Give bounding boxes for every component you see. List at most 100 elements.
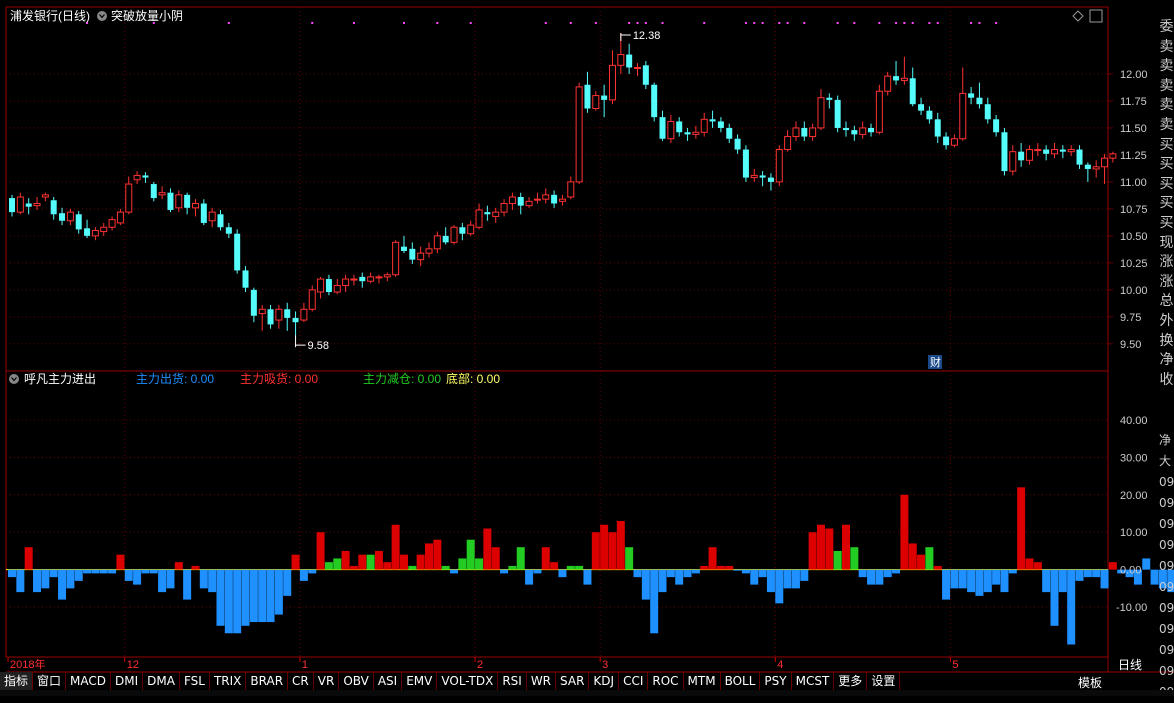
- tab-fsl[interactable]: FSL: [180, 672, 210, 690]
- candle: [1001, 127, 1008, 176]
- sub-bar: [958, 569, 967, 589]
- candle: [1092, 160, 1100, 178]
- tab-dma[interactable]: DMA: [143, 672, 180, 690]
- tab-wr[interactable]: WR: [527, 672, 557, 690]
- sub-bar: [183, 569, 192, 600]
- candle: [525, 197, 533, 208]
- signal-dot: [911, 22, 914, 24]
- candle: [442, 227, 449, 245]
- tab-brar[interactable]: BRAR: [246, 672, 289, 690]
- tab-roc[interactable]: ROC: [648, 672, 684, 690]
- tab-mtm[interactable]: MTM: [684, 672, 721, 690]
- sub-bar: [41, 569, 50, 589]
- tab-sar[interactable]: SAR: [556, 672, 590, 690]
- tab--[interactable]: 更多: [834, 672, 868, 690]
- candle: [742, 145, 749, 182]
- tab--[interactable]: 设置: [867, 672, 901, 690]
- tab-kdj[interactable]: KDJ: [589, 672, 620, 690]
- candle: [734, 134, 741, 154]
- candle: [551, 190, 558, 208]
- sub-bar: [199, 569, 208, 589]
- tab-cr[interactable]: CR: [288, 672, 314, 690]
- stock-title: 浦发银行(日线): [10, 8, 90, 23]
- side-panel-label: 09: [1159, 664, 1174, 678]
- candle: [834, 95, 841, 133]
- sub-bar: [683, 569, 692, 578]
- sub-bar: [324, 562, 333, 570]
- tab-vol-tdx[interactable]: VOL-TDX: [437, 672, 499, 690]
- candle: [626, 43, 633, 74]
- tab--[interactable]: 指标: [0, 672, 34, 690]
- candle: [9, 194, 15, 217]
- candle: [84, 219, 91, 239]
- sub-bar: [633, 569, 642, 578]
- panel-toggle-icon[interactable]: [1089, 9, 1103, 23]
- tab-emv[interactable]: EMV: [402, 672, 438, 690]
- sub-bar: [358, 554, 367, 570]
- sub-bar: [516, 547, 525, 570]
- indicator-dropdown[interactable]: 突破放量小阴: [97, 8, 183, 23]
- chevron-down-icon[interactable]: [97, 11, 107, 21]
- candle: [667, 114, 675, 144]
- candle: [909, 67, 916, 107]
- tab--[interactable]: 窗口: [33, 672, 67, 690]
- sub-bar: [491, 547, 500, 570]
- tab-trix[interactable]: TRIX: [210, 672, 247, 690]
- candle: [893, 61, 900, 85]
- sub-bar: [1092, 569, 1101, 578]
- sub-bar: [833, 550, 842, 570]
- tab-vr[interactable]: VR: [314, 672, 340, 690]
- sub-bar: [675, 569, 684, 585]
- sub-bar: [283, 569, 292, 596]
- candle: [868, 123, 875, 137]
- price-tick-label: 10.75: [1120, 204, 1148, 216]
- tab-asi[interactable]: ASI: [374, 672, 403, 690]
- sub-bar: [458, 558, 467, 570]
- period-label[interactable]: 日线: [1118, 656, 1142, 674]
- sub-bar: [158, 569, 167, 593]
- tab-dmi[interactable]: DMI: [111, 672, 144, 690]
- sub-bar: [575, 565, 584, 570]
- candle: [900, 56, 908, 85]
- candle: [25, 198, 32, 215]
- date-tick-label: 12: [127, 659, 139, 671]
- sub-bar: [49, 569, 58, 578]
- candle: [750, 168, 758, 182]
- sub-bar: [216, 569, 225, 626]
- chevron-down-icon[interactable]: [9, 374, 19, 384]
- side-panel-label: 卖: [1159, 58, 1174, 75]
- sub-bar: [1033, 562, 1042, 570]
- signal-dot: [436, 22, 439, 24]
- sub-bar: [750, 569, 759, 585]
- sub-bar: [149, 569, 158, 574]
- candle: [250, 287, 257, 323]
- sub-bar: [500, 569, 509, 574]
- tab-cci[interactable]: CCI: [619, 672, 649, 690]
- main-chart[interactable]: 12.00 11.75 11.50 11.25 11.00 10.75 10.50 10.25…: [0, 0, 1174, 696]
- sub-bar: [1025, 558, 1034, 570]
- candle: [392, 240, 400, 277]
- signal-dot: [761, 22, 764, 24]
- candle: [333, 279, 341, 295]
- candle: [191, 199, 199, 217]
- sub-bar: [399, 554, 408, 570]
- candle: [1051, 143, 1058, 159]
- tab-macd[interactable]: MACD: [66, 672, 112, 690]
- tab-obv[interactable]: OBV: [339, 672, 374, 690]
- sub-bar: [24, 547, 33, 570]
- sub-bar: [316, 532, 325, 570]
- sub-tick-label: 20.00: [1120, 490, 1148, 502]
- sub-bar: [925, 547, 934, 570]
- date-tick-label: 2018年: [10, 657, 45, 671]
- finance-badge[interactable]: 财: [928, 355, 942, 369]
- tab-mcst[interactable]: MCST: [792, 672, 835, 690]
- quote-side-panel-lower: 净大0909090909090909090909: [1159, 430, 1174, 703]
- sub-bar: [91, 569, 100, 574]
- sub-bar: [650, 569, 659, 634]
- tab-psy[interactable]: PSY: [760, 672, 792, 690]
- sub-bar: [583, 569, 592, 585]
- tab-rsi[interactable]: RSI: [498, 672, 527, 690]
- diamond-icon[interactable]: [1072, 10, 1084, 22]
- price-tick-label: 11.50: [1120, 123, 1147, 135]
- tab-boll[interactable]: BOLL: [721, 672, 761, 690]
